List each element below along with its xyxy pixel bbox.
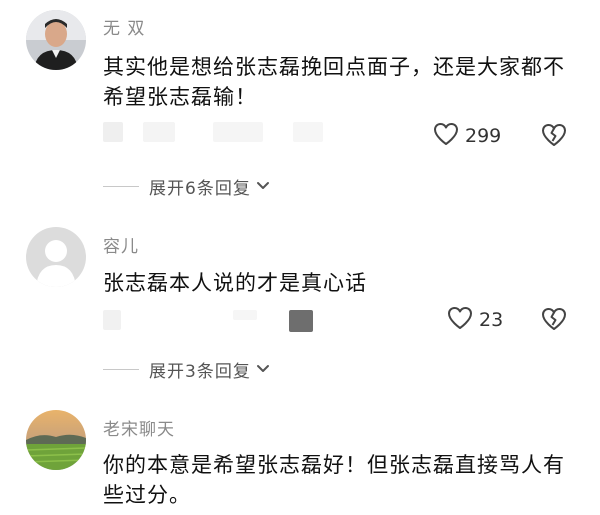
broken-heart-icon (540, 124, 568, 152)
divider (103, 368, 139, 370)
expand-replies-button[interactable]: 展开3条回复 (103, 357, 271, 382)
avatar[interactable] (26, 410, 86, 470)
username[interactable]: 无 双 (103, 14, 145, 39)
avatar[interactable] (26, 227, 86, 287)
heart-outline-icon (447, 306, 473, 334)
avatar[interactable] (26, 10, 86, 70)
divider (103, 185, 139, 187)
expand-replies-label: 展开3条回复 (149, 361, 251, 382)
comment-meta-redacted (103, 310, 403, 332)
comment-text: 你的本意是希望张志磊好！但张志磊直接骂人有些过分。 (103, 453, 565, 507)
broken-heart-icon (540, 308, 568, 336)
heart-outline-icon (433, 122, 459, 150)
comment-meta-redacted (103, 122, 403, 142)
dislike-button[interactable] (540, 306, 570, 334)
chevron-down-icon (255, 177, 271, 196)
comment-text: 其实他是想给张志磊挽回点面子，还是大家都不希望张志磊输！ (103, 55, 565, 109)
username[interactable]: 老宋聊天 (103, 415, 175, 440)
expand-replies-button[interactable]: 展开6条回复 (103, 174, 271, 199)
username[interactable]: 容儿 (103, 232, 139, 257)
like-count: 23 (479, 309, 504, 331)
expand-replies-label: 展开6条回复 (149, 178, 251, 199)
like-button[interactable]: 299 (433, 122, 501, 150)
comment-text: 张志磊本人说的才是真心话 (103, 271, 367, 295)
chevron-down-icon (255, 360, 271, 379)
like-button[interactable]: 23 (447, 306, 503, 334)
dislike-button[interactable] (540, 122, 570, 150)
like-count: 299 (465, 125, 502, 147)
